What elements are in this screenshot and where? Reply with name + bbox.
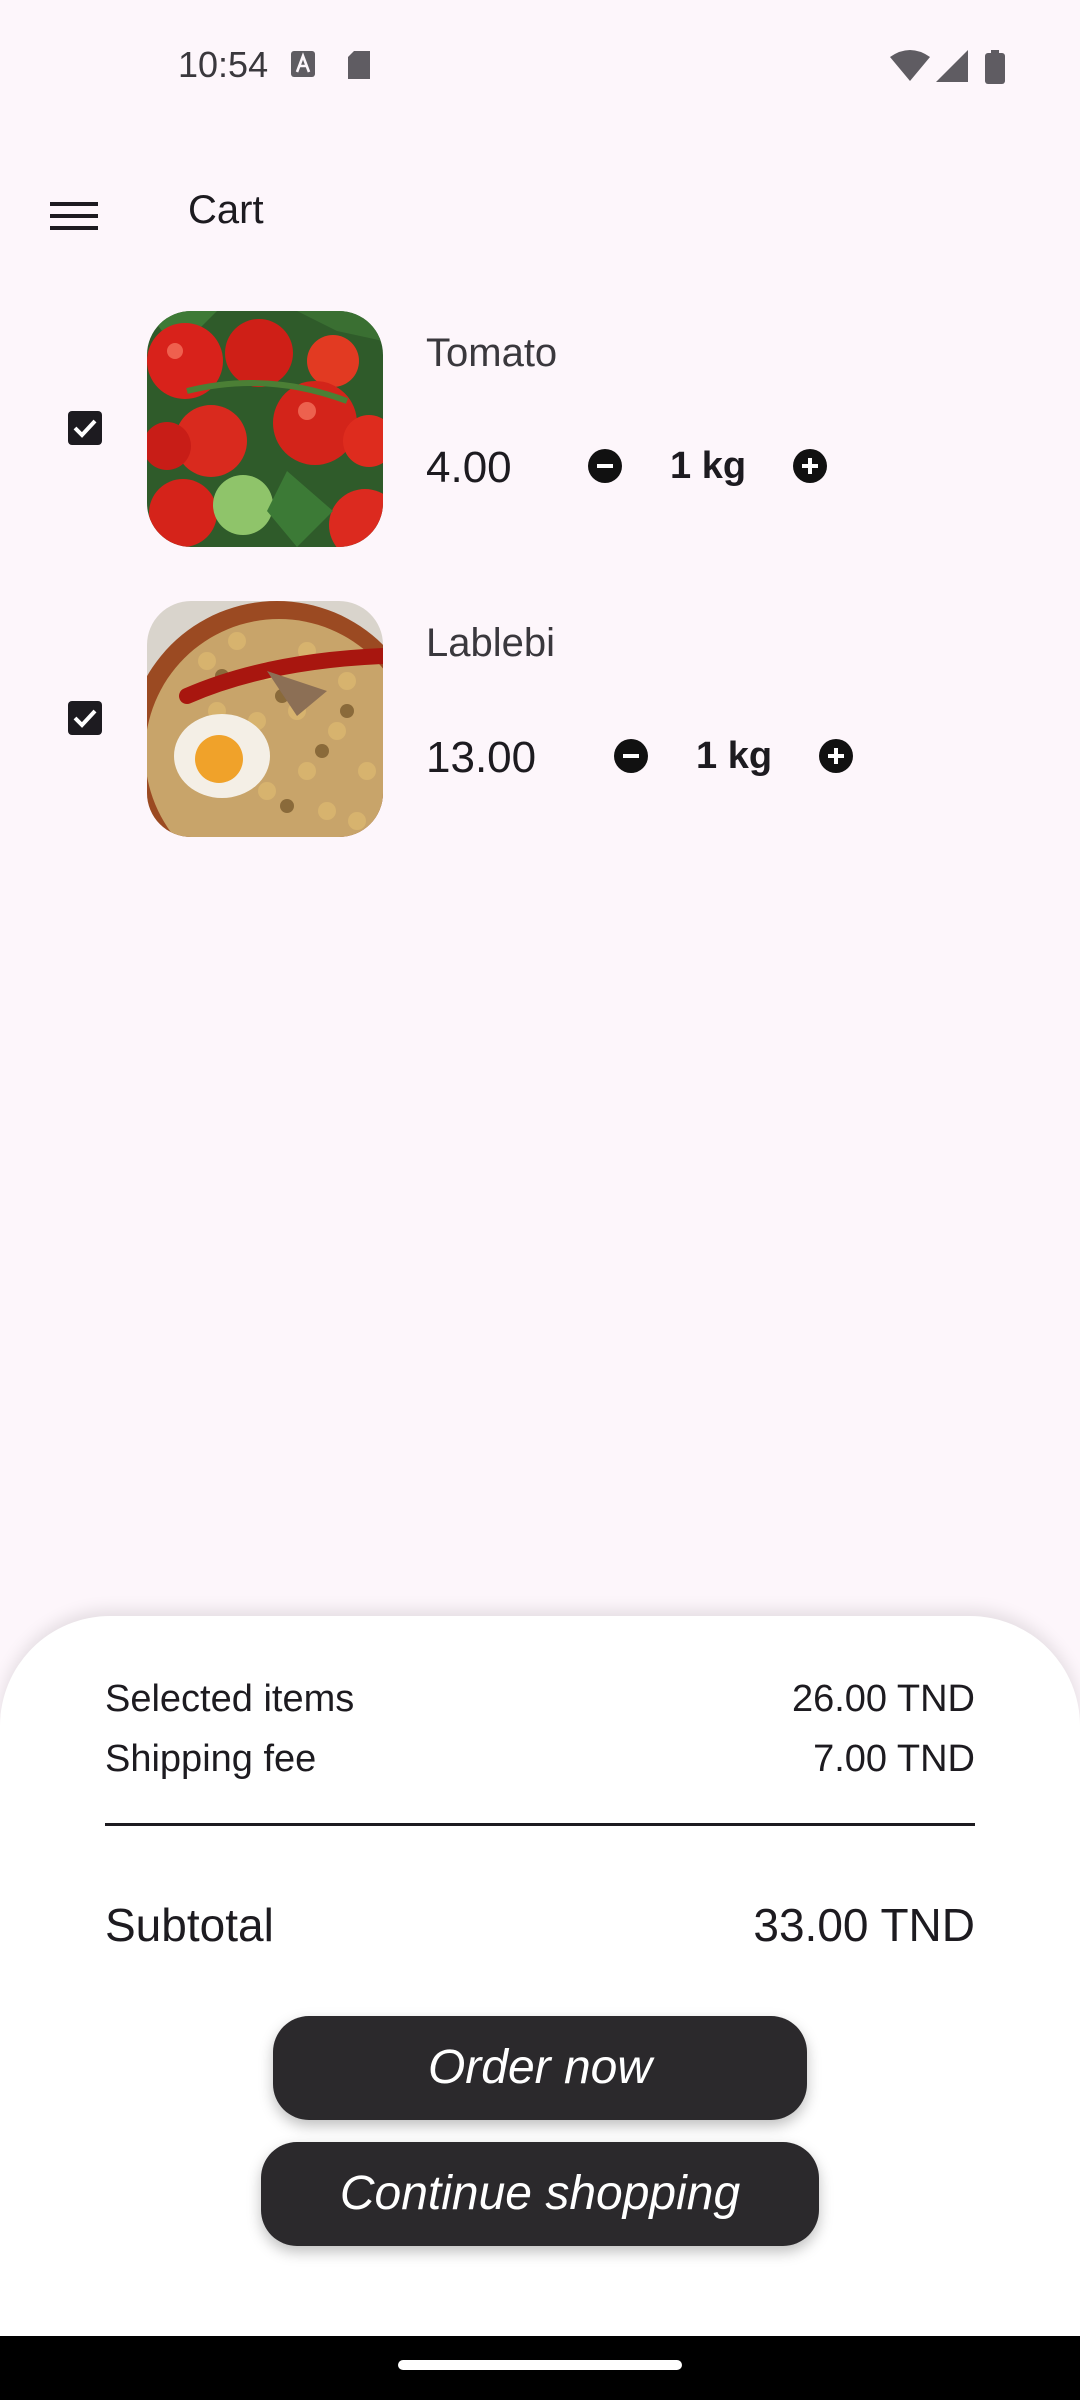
- subtotal-value: 33.00 TND: [753, 1899, 975, 1951]
- navigation-bar: [0, 2336, 1080, 2400]
- selected-items-value: 26.00 TND: [791, 1678, 975, 1720]
- selected-items-label: Selected items: [105, 1678, 355, 1720]
- item-name: Tomato: [426, 331, 558, 375]
- shipping-fee-row: Shipping fee 7.00 TND: [105, 1738, 975, 1788]
- item-price: 13.00: [426, 733, 537, 782]
- increase-quantity-button[interactable]: [819, 739, 853, 773]
- shipping-fee-label: Shipping fee: [105, 1738, 317, 1780]
- sd-card-icon: [346, 50, 372, 85]
- continue-shopping-button[interactable]: Continue shopping: [261, 2142, 819, 2246]
- item-checkbox[interactable]: [68, 701, 102, 735]
- item-checkbox[interactable]: [68, 411, 102, 445]
- menu-button[interactable]: [30, 180, 118, 240]
- page-title: Cart: [188, 188, 264, 232]
- hamburger-menu-icon: [50, 202, 98, 230]
- cart-item-lablebi: Lablebi 13.00 1 kg: [0, 601, 1080, 841]
- status-bar: 10:54: [0, 0, 1080, 130]
- plus-circle-icon: [802, 458, 818, 474]
- item-name: Lablebi: [426, 621, 556, 665]
- wifi-icon: [890, 50, 930, 87]
- app-bar: Cart: [0, 160, 1080, 260]
- check-icon: [73, 709, 97, 728]
- item-quantity: 1 kg: [670, 445, 747, 487]
- keyboard-a-icon: [290, 50, 316, 83]
- item-image-lablebi: [147, 601, 383, 837]
- summary-divider: [105, 1823, 975, 1826]
- selected-items-row: Selected items 26.00 TND: [105, 1678, 975, 1728]
- subtotal-label: Subtotal: [105, 1899, 274, 1951]
- decrease-quantity-button[interactable]: [614, 739, 648, 773]
- order-summary-sheet: Selected items 26.00 TND Shipping fee 7.…: [0, 1616, 1080, 2336]
- status-time: 10:54: [178, 44, 269, 85]
- cart-item-tomato: Tomato 4.00 1 kg: [0, 311, 1080, 551]
- item-quantity: 1 kg: [696, 735, 773, 777]
- check-icon: [73, 419, 97, 438]
- shipping-fee-value: 7.00 TND: [813, 1738, 975, 1780]
- item-image-tomato: [147, 311, 383, 547]
- decrease-quantity-button[interactable]: [588, 449, 622, 483]
- minus-circle-icon: [623, 754, 639, 758]
- increase-quantity-button[interactable]: [793, 449, 827, 483]
- cellular-signal-icon: [936, 50, 968, 87]
- subtotal-row: Subtotal 33.00 TND: [105, 1898, 975, 1958]
- item-price: 4.00: [426, 443, 512, 492]
- battery-icon: [984, 50, 1006, 89]
- order-now-button[interactable]: Order now: [273, 2016, 807, 2120]
- plus-circle-icon: [828, 748, 844, 764]
- minus-circle-icon: [597, 464, 613, 468]
- home-gesture-handle[interactable]: [398, 2360, 682, 2370]
